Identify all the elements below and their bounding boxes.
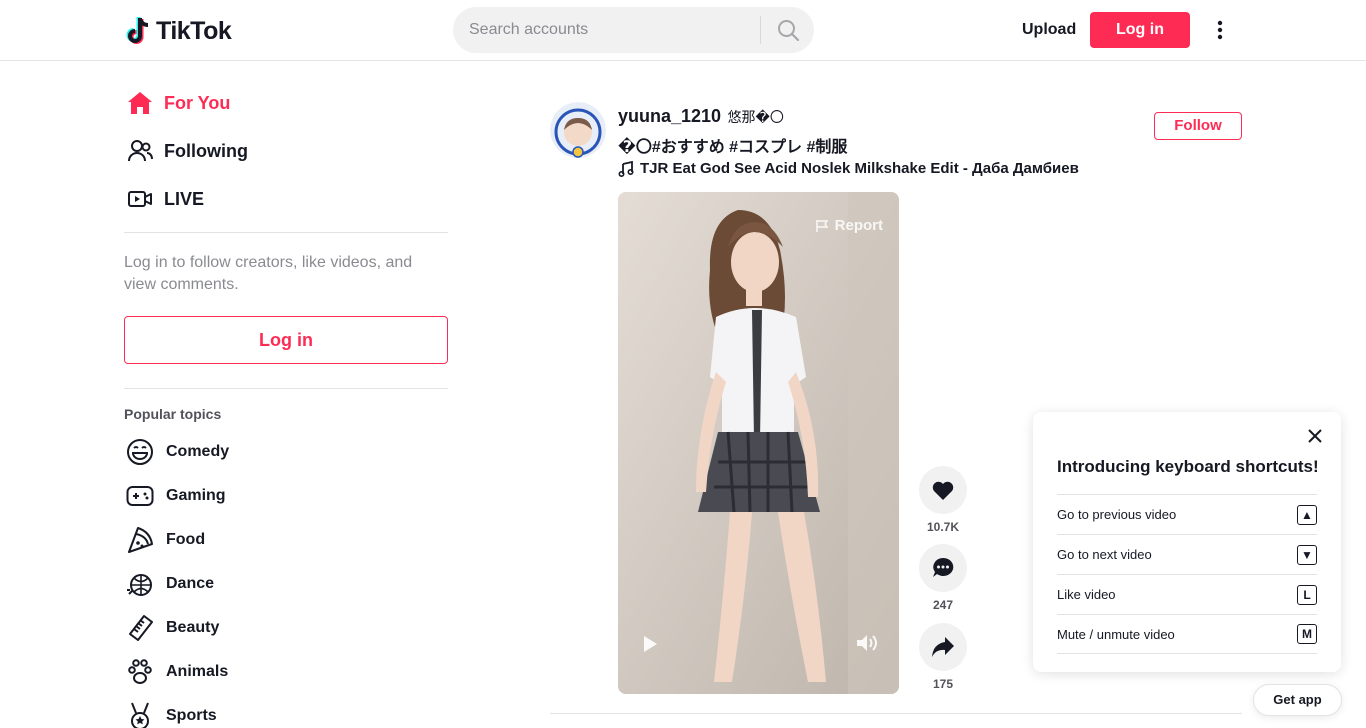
animals-icon (124, 656, 156, 688)
topic-animals[interactable]: Animals (124, 650, 228, 694)
topic-label: Animals (166, 663, 229, 680)
keyboard-shortcuts-popup: Introducing keyboard shortcuts! Go to pr… (1033, 412, 1341, 672)
close-icon (1308, 429, 1322, 443)
shortcut-row: Go to next video ▼ (1057, 534, 1317, 574)
tiktok-logo-icon (126, 17, 149, 44)
popular-topics-title: Popular topics (124, 406, 222, 422)
topic-label: Dance (166, 575, 215, 592)
beauty-icon (124, 612, 156, 644)
avatar[interactable] (550, 102, 606, 158)
search-icon (777, 20, 799, 41)
sidebar-divider (124, 232, 448, 233)
sidebar-item-following[interactable]: Following (124, 127, 448, 175)
heart-icon (932, 481, 954, 500)
sidebar-item-label: LIVE (164, 188, 205, 209)
like-action[interactable]: 10.7K (919, 466, 967, 534)
shortcut-row: Go to previous video ▲ (1057, 494, 1317, 534)
more-vertical-icon (1217, 20, 1223, 40)
follow-button[interactable]: Follow (1154, 112, 1242, 140)
shortcut-row: Like video L (1057, 574, 1317, 614)
video-frame-image (618, 192, 899, 694)
music-note-icon (618, 160, 634, 177)
dance-icon (124, 568, 156, 600)
post-caption[interactable]: �〇#おすすめ #コスプレ #制服 (618, 133, 847, 157)
sidebar-item-label: Following (164, 140, 248, 161)
logo-text: TikTok (156, 16, 232, 45)
topic-label: Beauty (166, 619, 220, 636)
shortcut-label: Mute / unmute video (1057, 626, 1175, 642)
shortcut-label: Like video (1057, 587, 1116, 602)
shortcut-label: Go to previous video (1057, 507, 1177, 522)
share-count: 175 (932, 677, 954, 691)
sidebar-divider (124, 388, 448, 389)
home-icon (124, 87, 156, 119)
topic-dance[interactable]: Dance (124, 562, 214, 606)
topic-food[interactable]: Food (124, 518, 205, 562)
author-unique-id[interactable]: yuuna_1210 (618, 106, 721, 126)
like-count: 10.7K (926, 520, 960, 534)
get-app-button[interactable]: Get app (1253, 684, 1342, 716)
comment-button[interactable] (919, 544, 967, 592)
m-key-icon: M (1297, 624, 1317, 644)
sidebar-item-live[interactable]: LIVE (124, 175, 448, 223)
share-action[interactable]: 175 (919, 623, 967, 691)
topic-gaming[interactable]: Gaming (124, 474, 226, 518)
volume-icon (857, 635, 877, 651)
sidebar-item-for-you[interactable]: For You (124, 79, 448, 127)
topic-comedy[interactable]: Comedy (124, 430, 229, 474)
music-link[interactable]: TJR Eat God See Acid Noslek Milkshake Ed… (618, 160, 1079, 177)
comment-action[interactable]: 247 (919, 544, 967, 612)
topic-sports[interactable]: Sports (124, 694, 217, 728)
top-header: TikTok Upload Log in (0, 0, 1366, 61)
down-arrow-key-icon: ▼ (1297, 544, 1317, 565)
play-button[interactable] (642, 635, 658, 658)
volume-button[interactable] (855, 633, 879, 658)
people-icon (124, 135, 156, 167)
shortcut-row: Mute / unmute video M (1057, 614, 1317, 654)
topic-label: Comedy (166, 443, 230, 460)
gaming-icon (124, 480, 156, 512)
report-label: Report (834, 217, 883, 234)
sidebar-login-button[interactable]: Log in (124, 316, 448, 364)
upload-button[interactable]: Upload (1010, 12, 1088, 48)
l-key-icon: L (1297, 584, 1317, 605)
video-player[interactable]: Report (618, 192, 899, 694)
share-button[interactable] (919, 623, 967, 671)
music-title: TJR Eat God See Acid Noslek Milkshake Ed… (640, 160, 1079, 177)
close-button[interactable] (1305, 426, 1325, 446)
topic-label: Sports (166, 707, 217, 724)
author-info[interactable]: yuuna_1210 悠那�〇 (618, 106, 784, 127)
shortcuts-title: Introducing keyboard shortcuts! (1057, 457, 1319, 476)
shortcut-label: Go to next video (1057, 547, 1152, 562)
header-login-button[interactable]: Log in (1090, 12, 1190, 48)
play-icon (644, 636, 657, 652)
topic-label: Gaming (166, 487, 226, 504)
tiktok-logo[interactable]: TikTok (126, 14, 232, 48)
search-input[interactable] (469, 7, 759, 53)
login-hint-text: Log in to follow creators, like videos, … (124, 254, 413, 293)
topic-beauty[interactable]: Beauty (124, 606, 219, 650)
sidebar: For You Following LIVE Log in to follow … (124, 61, 448, 728)
feed-divider (550, 713, 1242, 714)
sidebar-item-label: For You (164, 92, 231, 113)
search-bar (453, 7, 814, 53)
comment-count: 247 (932, 598, 954, 612)
up-arrow-key-icon: ▲ (1297, 504, 1317, 525)
flag-icon (815, 219, 829, 232)
report-button[interactable]: Report (815, 217, 883, 234)
share-icon (932, 637, 954, 657)
comment-icon (933, 557, 954, 577)
topic-label: Food (166, 531, 206, 548)
food-icon (124, 524, 156, 556)
author-nickname[interactable]: 悠那�〇 (728, 109, 784, 125)
search-button[interactable] (761, 7, 814, 53)
comedy-icon (124, 436, 156, 468)
live-icon (124, 183, 156, 215)
like-button[interactable] (919, 466, 967, 514)
more-menu-button[interactable] (1206, 14, 1234, 46)
sports-icon (124, 700, 156, 728)
